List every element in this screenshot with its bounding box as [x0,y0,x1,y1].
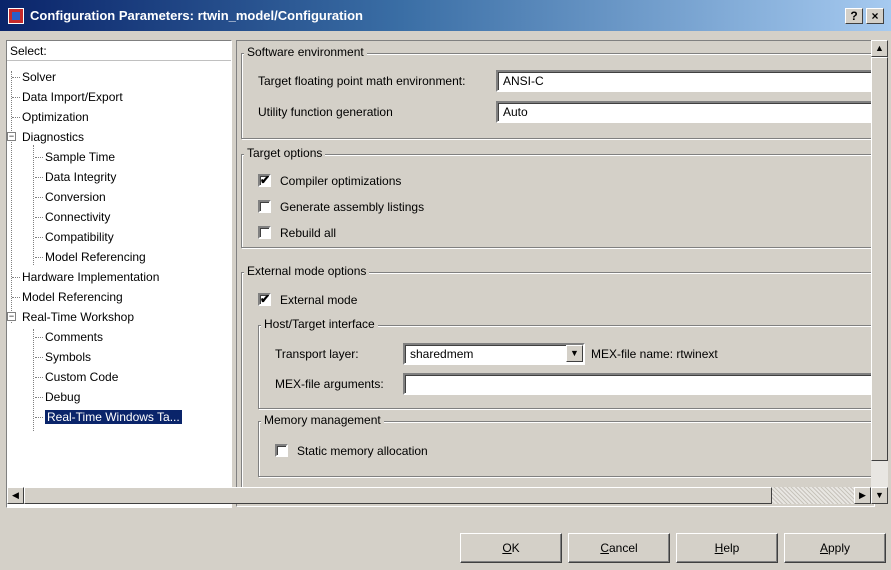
tree-item-model-referencing[interactable]: Model Referencing [12,287,123,307]
tree-item-diagnostics[interactable]: Diagnostics [22,127,84,147]
tree-item-label: Data Import/Export [22,90,123,104]
assembly-listings-checkbox[interactable] [258,200,271,213]
tree-item-data-import-export[interactable]: Data Import/Export [12,87,123,107]
group-legend: Memory management [261,413,384,427]
tree-item-data-integrity[interactable]: Data Integrity [35,167,117,187]
apply-button[interactable]: Apply [784,533,886,563]
tree-item-real-time-windows-target[interactable]: Real-Time Windows Ta... [35,407,182,427]
chevron-down-icon[interactable]: ▼ [566,345,583,362]
tree-pane: Select: Solver Data Import/Export Optimi… [6,40,232,508]
utility-label: Utility function generation [258,105,393,119]
help-dialog-button[interactable]: Help [676,533,778,563]
close-button[interactable]: × [866,8,884,24]
rebuild-all-label[interactable]: Rebuild all [280,226,336,240]
tree-connector [33,145,34,265]
scroll-down-button[interactable]: ▼ [871,487,888,504]
config-pane: Software environment Target floating poi… [236,40,875,507]
tree-item-label: Diagnostics [22,130,85,144]
tree-item-symbols[interactable]: Symbols [35,347,92,367]
math-env-label: Target floating point math environment: [258,74,466,88]
collapse-diagnostics-icon[interactable]: − [7,132,16,141]
help-button[interactable]: ? [845,8,863,24]
tree-item-real-time-workshop[interactable]: Real-Time Workshop [22,307,134,327]
mex-args-label: MEX-file arguments: [275,377,384,391]
transport-layer-label: Transport layer: [275,347,359,361]
tree-connector [11,71,12,323]
tree-item-compatibility[interactable]: Compatibility [35,227,114,247]
transport-layer-value: sharedmem [410,347,474,361]
tree-item-label: Solver [22,70,57,84]
external-mode-checkbox[interactable]: ✔ [258,293,271,306]
tree-item-label: Symbols [45,350,92,364]
static-memory-label[interactable]: Static memory allocation [297,444,428,458]
scroll-up-button[interactable]: ▲ [871,40,888,57]
tree-item-connectivity[interactable]: Connectivity [35,207,111,227]
tree-item-label: Hardware Implementation [22,270,160,284]
tree-item-label: Data Integrity [45,170,117,184]
tree-item-sample-time[interactable]: Sample Time [35,147,116,167]
tree-item-label: Real-Time Workshop [22,310,135,324]
tree-item-label: Connectivity [45,210,111,224]
title-bar[interactable]: Configuration Parameters: rtwin_model/Co… [0,0,891,31]
ok-button[interactable]: OK [460,533,562,563]
math-env-field[interactable]: ANSI-C [496,70,874,92]
transport-layer-dropdown[interactable]: sharedmem [403,343,585,365]
tree-item-custom-code[interactable]: Custom Code [35,367,119,387]
rebuild-all-checkbox[interactable] [258,226,271,239]
target-options-group: Target options ✔ Compiler optimizations … [241,146,874,248]
app-icon [8,8,24,24]
window-title: Configuration Parameters: rtwin_model/Co… [30,8,363,23]
scroll-right-button[interactable]: ▶ [854,487,871,504]
tree-item-label: Conversion [45,190,106,204]
tree-item-label: Real-Time Windows Ta... [45,410,182,424]
assembly-listings-label[interactable]: Generate assembly listings [280,200,424,214]
tree-item-label: Sample Time [45,150,116,164]
external-mode-label[interactable]: External mode [280,293,357,307]
collapse-rtw-icon[interactable]: − [7,312,16,321]
memory-management-group: Memory management Static memory allocati… [258,413,874,477]
host-target-group: Host/Target interface Transport layer: s… [258,317,874,409]
tree-item-debug[interactable]: Debug [35,387,81,407]
tree-item-comments[interactable]: Comments [35,327,104,347]
tree-item-label: Custom Code [45,370,119,384]
tree-item-conversion[interactable]: Conversion [35,187,106,207]
static-memory-checkbox[interactable] [275,444,288,457]
tree-item-hardware-implementation[interactable]: Hardware Implementation [12,267,160,287]
group-legend: External mode options [244,264,370,278]
mex-args-field[interactable] [403,373,874,395]
tree-item-label: Compatibility [45,230,114,244]
external-mode-group: External mode options ✔ External mode Ho… [241,264,874,492]
group-legend: Host/Target interface [261,317,378,331]
tree-item-label: Debug [45,390,81,404]
software-environment-group: Software environment Target floating poi… [241,45,874,139]
tree-connector [33,329,34,431]
vertical-scroll-thumb[interactable] [871,57,888,461]
cancel-button[interactable]: Cancel [568,533,670,563]
tree-item-label: Optimization [22,110,89,124]
group-legend: Target options [244,146,326,160]
tree-item-solver[interactable]: Solver [12,67,57,87]
tree-item-label: Comments [45,330,104,344]
compiler-optimizations-checkbox[interactable]: ✔ [258,174,271,187]
compiler-optimizations-label[interactable]: Compiler optimizations [280,174,401,188]
utility-field[interactable]: Auto [496,101,874,123]
horizontal-scroll-thumb[interactable] [24,487,772,504]
mex-name-label: MEX-file name: rtwinext [591,347,718,361]
tree-item-model-referencing-diag[interactable]: Model Referencing [35,247,146,267]
tree-item-label: Model Referencing [22,290,123,304]
scroll-left-button[interactable]: ◀ [7,487,24,504]
tree-header: Select: [7,41,231,61]
tree-item-optimization[interactable]: Optimization [12,107,89,127]
group-legend: Software environment [244,45,367,59]
tree-item-label: Model Referencing [45,250,146,264]
